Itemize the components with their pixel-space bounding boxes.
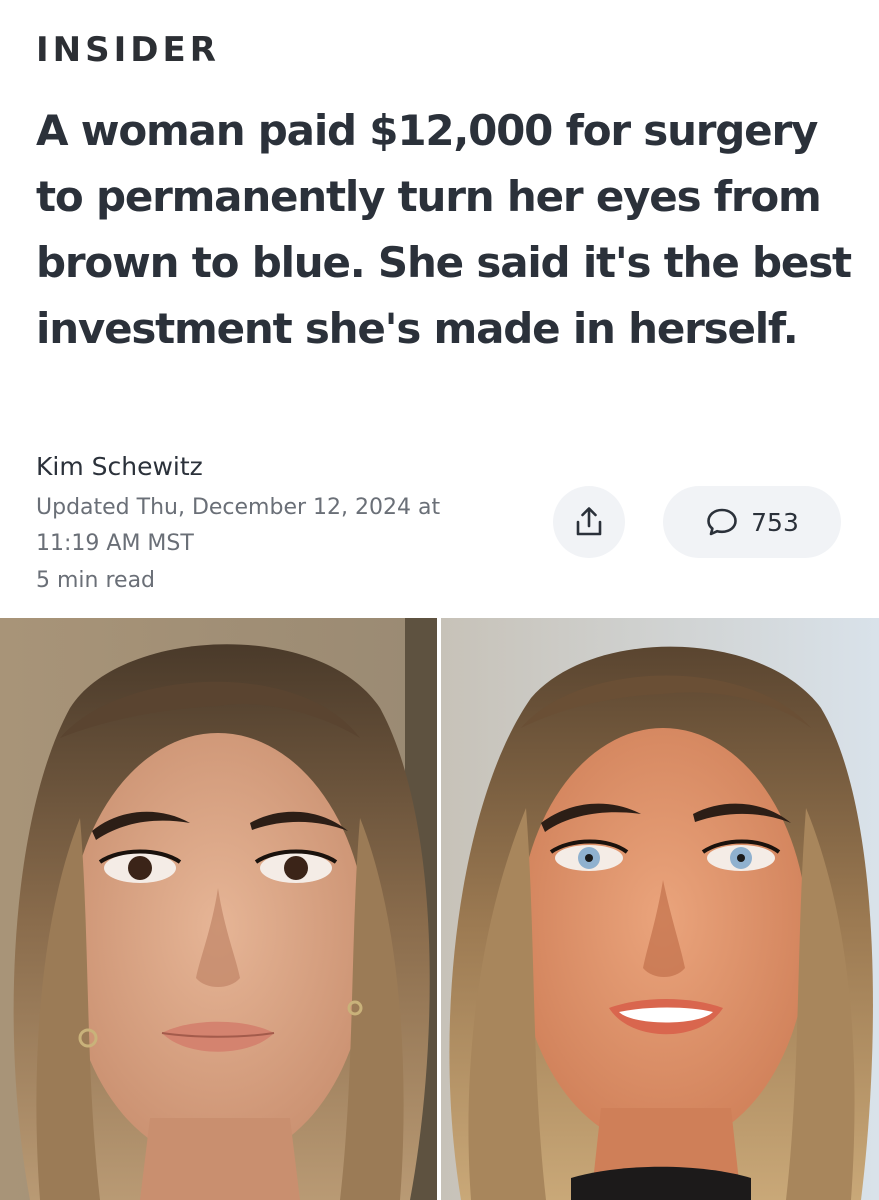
updated-timestamp: Updated Thu, December 12, 2024 at 11:19 … bbox=[36, 495, 441, 556]
portrait-blue-eyes-image bbox=[441, 618, 879, 1200]
article-headline: A woman paid $12,000 for surgery to perm… bbox=[36, 106, 852, 353]
brown-eye-left bbox=[128, 856, 152, 880]
author-name[interactable]: Kim Schewitz bbox=[36, 450, 536, 484]
comment-icon bbox=[707, 508, 737, 536]
byline: Kim Schewitz Updated Thu, December 12, 2… bbox=[36, 450, 536, 600]
share-icon bbox=[576, 507, 602, 536]
comments-button[interactable]: 753 bbox=[663, 486, 841, 558]
read-time: 5 min read bbox=[36, 568, 156, 593]
brand-logo[interactable]: INSIDER bbox=[36, 30, 220, 70]
before-photo[interactable] bbox=[0, 618, 437, 1200]
share-button[interactable] bbox=[553, 486, 625, 558]
portrait-brown-eyes-image bbox=[0, 618, 437, 1200]
brown-eye-right bbox=[284, 856, 308, 880]
before-after-photos bbox=[0, 618, 879, 1200]
after-photo[interactable] bbox=[441, 618, 879, 1200]
comment-count: 753 bbox=[751, 507, 799, 537]
